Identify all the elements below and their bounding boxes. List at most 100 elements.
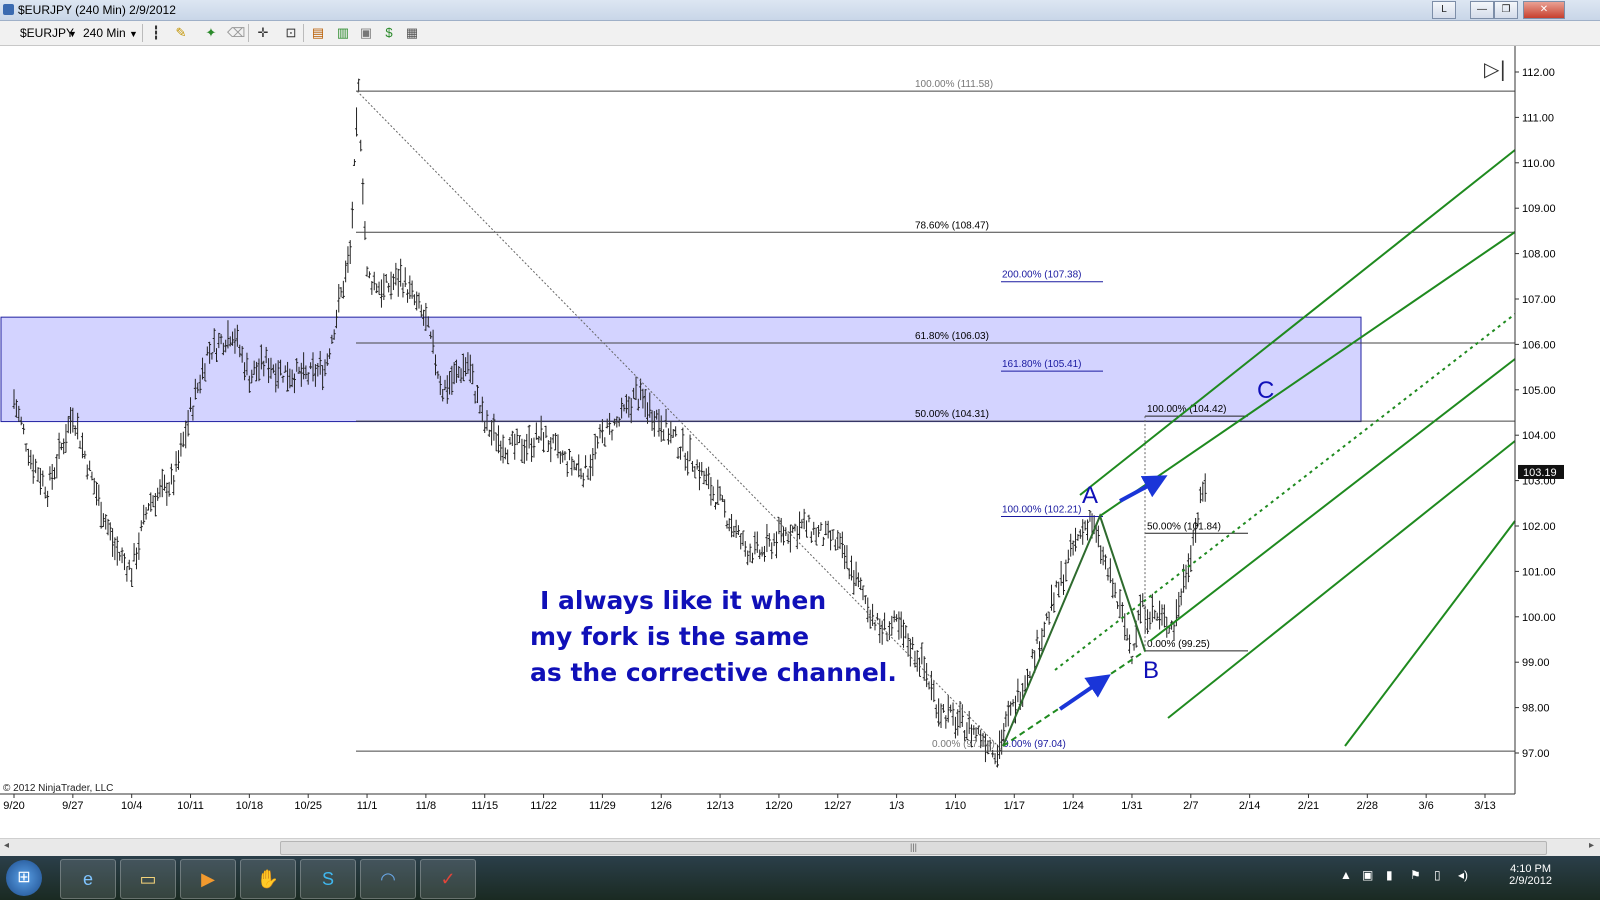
price-bar <box>99 501 103 529</box>
wave-label-c: C <box>1257 377 1274 404</box>
scroll-right-icon[interactable]: ▸ <box>1589 840 1594 851</box>
price-bar <box>824 520 828 536</box>
bar-type-icon[interactable]: ┇ <box>148 25 164 41</box>
price-bar <box>1057 581 1061 598</box>
price-bar <box>662 429 666 441</box>
toolbar-separator <box>303 24 304 42</box>
chevron-down-icon[interactable]: ▼ <box>129 29 138 39</box>
price-bar <box>913 650 917 668</box>
network-icon[interactable]: ▮ <box>1386 868 1393 882</box>
x-tick-label: 10/25 <box>294 800 322 812</box>
price-bar <box>160 468 164 498</box>
x-tick-label: 10/11 <box>177 800 204 812</box>
price-bar <box>339 287 343 298</box>
price-bar <box>1086 519 1090 541</box>
price-bar <box>946 695 950 723</box>
price-bar <box>838 533 842 550</box>
interval-selector[interactable]: 240 Min <box>83 26 126 40</box>
price-bar <box>78 440 82 449</box>
price-bar <box>949 704 953 713</box>
price-bar <box>746 550 750 566</box>
x-tick-label: 3/6 <box>1419 800 1434 812</box>
price-bar <box>1201 481 1205 502</box>
scrollbar-thumb[interactable]: ||| <box>280 841 1547 855</box>
price-bar <box>906 633 910 657</box>
tray-clock[interactable]: 4:10 PM 2/9/2012 <box>1509 863 1552 887</box>
internet-explorer-icon[interactable]: e <box>60 859 116 899</box>
ninjatrader-icon[interactable]: ✓ <box>420 859 476 899</box>
fib-retracement-label: 0.00% (97.04) <box>932 739 995 750</box>
dollar-icon[interactable]: $ <box>381 25 397 41</box>
price-bar <box>1182 564 1186 593</box>
tray-app-icon[interactable]: ▣ <box>1362 868 1373 882</box>
toolbar-separator <box>142 24 143 42</box>
price-bar <box>859 577 863 591</box>
price-bar <box>34 458 38 474</box>
price-bar <box>95 481 99 506</box>
price-bar <box>878 618 882 644</box>
chart-trader-icon[interactable]: ▣ <box>358 25 374 41</box>
horizontal-scrollbar[interactable]: ◂ ||| ▸ <box>0 838 1600 856</box>
battery-icon[interactable]: ▯ <box>1434 868 1441 882</box>
close-button[interactable]: ✕ <box>1523 1 1565 19</box>
price-bar <box>734 519 738 538</box>
strategy-icon[interactable]: ▥ <box>335 25 351 41</box>
x-tick-label: 12/27 <box>824 800 852 812</box>
price-bar <box>854 561 858 587</box>
price-bar <box>588 454 592 481</box>
price-bar <box>1054 580 1058 588</box>
x-tick-label: 1/3 <box>889 800 904 812</box>
price-bar <box>88 460 92 472</box>
pencil-icon[interactable]: ✎ <box>173 25 189 41</box>
price-bar <box>417 292 421 309</box>
price-bar <box>693 466 697 479</box>
price-bar <box>929 670 933 701</box>
price-bar <box>357 78 361 92</box>
crosshair-icon[interactable]: ✛ <box>255 25 271 41</box>
price-bar <box>873 621 877 631</box>
fib-extension-label: 200.00% (107.38) <box>1002 270 1082 281</box>
data-box-icon[interactable]: ▦ <box>404 25 420 41</box>
price-bar <box>85 464 89 480</box>
price-bar <box>1179 588 1183 606</box>
price-bar <box>144 507 148 520</box>
price-bar <box>700 462 704 476</box>
media-player-icon[interactable]: ▶ <box>180 859 236 899</box>
instrument-selector[interactable]: $EURJPY <box>20 26 74 40</box>
properties-icon[interactable]: ▤ <box>310 25 326 41</box>
price-bar <box>22 423 26 435</box>
maximize-button[interactable]: ❐ <box>1494 1 1518 19</box>
zoom-icon[interactable]: ⊡ <box>283 25 299 41</box>
hand-icon[interactable]: ✋ <box>240 859 296 899</box>
start-button[interactable]: ⊞ <box>6 860 42 896</box>
link-button[interactable]: L <box>1432 1 1456 19</box>
price-bar <box>875 612 879 621</box>
price-bar <box>890 615 894 636</box>
price-bar <box>1146 609 1150 634</box>
chevron-down-icon[interactable]: ▼ <box>68 29 77 39</box>
show-hidden-icons-icon[interactable]: ▲ <box>1340 868 1352 882</box>
price-bar <box>972 725 976 735</box>
minimize-button[interactable]: — <box>1470 1 1494 19</box>
price-bar <box>915 650 919 672</box>
price-bar <box>772 533 776 547</box>
price-chart[interactable]: 100.00% (111.58) 78.60% (108.47) 61.80% (1… <box>0 46 1600 838</box>
scroll-to-end-icon[interactable]: ▷| <box>1484 57 1506 81</box>
price-bar <box>786 533 790 544</box>
volume-icon[interactable]: ◂) <box>1458 868 1468 882</box>
skype-icon[interactable]: S <box>300 859 356 899</box>
scroll-left-icon[interactable]: ◂ <box>4 840 9 851</box>
app-icon[interactable]: ◠ <box>360 859 416 899</box>
eraser-icon[interactable]: ⌫ <box>227 25 245 41</box>
flag-icon[interactable]: ⚑ <box>1410 868 1421 882</box>
pitchfork-line <box>1344 520 1516 747</box>
price-bar <box>908 638 912 667</box>
price-bar <box>788 524 792 553</box>
magic-wand-icon[interactable]: ✦ <box>203 25 219 41</box>
price-bar <box>341 280 345 299</box>
file-explorer-icon[interactable]: ▭ <box>120 859 176 899</box>
price-bar <box>920 642 924 665</box>
price-bar <box>1004 711 1008 728</box>
price-bar <box>132 543 136 562</box>
price-bar <box>586 468 590 480</box>
